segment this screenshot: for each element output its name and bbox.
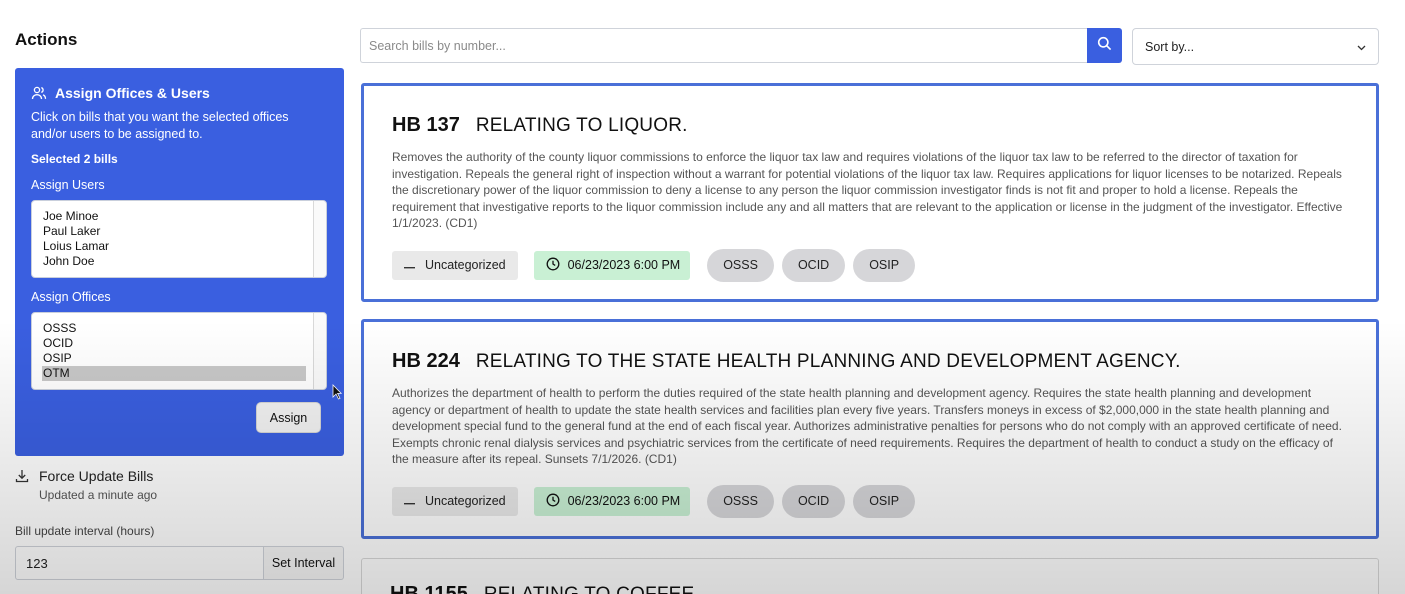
office-option-selected[interactable]: OTM [42,366,306,381]
office-pill[interactable]: OSSS [707,248,774,282]
search-input[interactable]: Search bills by number... [360,28,1088,63]
bill-number: HB 224 [392,350,460,372]
panel-header: Assign Offices & Users [31,85,328,101]
bill-header: HB 224 RELATING TO THE STATE HEALTH PLAN… [392,350,1348,373]
minus-icon [404,258,415,272]
assign-button[interactable]: Assign [256,402,321,433]
bill-header: HB 137 RELATING TO LIQUOR. [392,114,1348,137]
category-label: Uncategorized [425,494,506,509]
office-pill[interactable]: OSIP [853,248,916,282]
bill-tags: Uncategorized 06/23/2023 6:00 PM OSSS OC… [392,484,1348,518]
clock-icon [546,257,560,274]
bill-card[interactable]: HB 224 RELATING TO THE STATE HEALTH PLAN… [361,319,1379,539]
users-scrollbar[interactable] [313,201,326,277]
panel-description: Click on bills that you want the selecte… [31,110,289,141]
office-option[interactable]: OSIP [42,351,306,366]
interval-row: 123 Set Interval [15,546,344,580]
sort-label: Sort by... [1145,39,1195,54]
bill-tags: Uncategorized 06/23/2023 6:00 PM OSSS OC… [392,248,1348,282]
office-pill[interactable]: OSSS [707,484,774,518]
date-tag: 06/23/2023 6:00 PM [533,250,691,280]
bill-title: RELATING TO LIQUOR. [475,115,688,136]
date-label: 06/23/2023 6:00 PM [567,494,681,509]
bill-title: RELATING TO COFFEE. [484,584,700,594]
category-label: Uncategorized [425,258,506,273]
chevron-down-icon [1357,40,1366,54]
sidebar: Actions Assign Offices & Users Click on … [15,0,345,594]
bill-number: HB 137 [392,114,460,136]
selected-count: Selected 2 bills [31,152,118,166]
date-label: 06/23/2023 6:00 PM [567,258,681,273]
bill-description: Authorizes the department of health to p… [392,386,1342,467]
user-option[interactable]: Paul Laker [42,224,306,239]
actions-title: Actions [15,30,78,49]
download-icon [15,469,29,483]
bill-card[interactable]: HB 1155 RELATING TO COFFEE. [361,558,1379,594]
search-icon [1097,36,1112,56]
force-update-title[interactable]: Force Update Bills [39,468,157,484]
user-option[interactable]: John Doe [42,254,306,269]
user-option[interactable]: Joe Minoe [42,209,306,224]
assign-users-label: Assign Users [31,178,105,192]
office-pill[interactable]: OCID [781,248,846,282]
date-tag: 06/23/2023 6:00 PM [533,486,691,516]
force-update-subtitle: Updated a minute ago [39,488,158,502]
offices-listbox[interactable]: OSSS OCID OSIP OTM [31,312,327,390]
bill-title: RELATING TO THE STATE HEALTH PLANNING AN… [475,351,1181,372]
bill-description: Removes the authority of the county liqu… [392,150,1343,231]
interval-label: Bill update interval (hours) [15,524,155,538]
minus-icon [404,494,415,508]
panel-title: Assign Offices & Users [55,85,210,101]
set-interval-button[interactable]: Set Interval [264,546,344,580]
office-pill[interactable]: OCID [781,484,846,518]
sort-select[interactable]: Sort by... [1132,28,1379,65]
clock-icon [546,493,560,510]
assign-panel: Assign Offices & Users Click on bills th… [15,68,344,456]
category-tag[interactable]: Uncategorized [392,486,518,516]
assign-offices-label: Assign Offices [31,290,111,304]
bill-number: HB 1155 [390,583,468,594]
office-option[interactable]: OCID [42,336,306,351]
office-option[interactable]: OSSS [42,321,306,336]
offices-scrollbar[interactable] [313,313,326,389]
bill-card[interactable]: HB 137 RELATING TO LIQUOR. Removes the a… [361,83,1379,302]
category-tag[interactable]: Uncategorized [392,250,518,280]
search-button[interactable] [1087,28,1122,63]
users-icon [31,85,47,101]
force-update[interactable]: Force Update Bills Updated a minute ago [15,468,157,502]
mouse-cursor-icon [332,384,342,400]
office-pill[interactable]: OSIP [853,484,916,518]
bill-header: HB 1155 RELATING TO COFFEE. [390,583,1350,594]
users-listbox[interactable]: Joe Minoe Paul Laker Loius Lamar John Do… [31,200,327,278]
interval-input[interactable]: 123 [15,546,264,580]
user-option[interactable]: Loius Lamar [42,239,306,254]
